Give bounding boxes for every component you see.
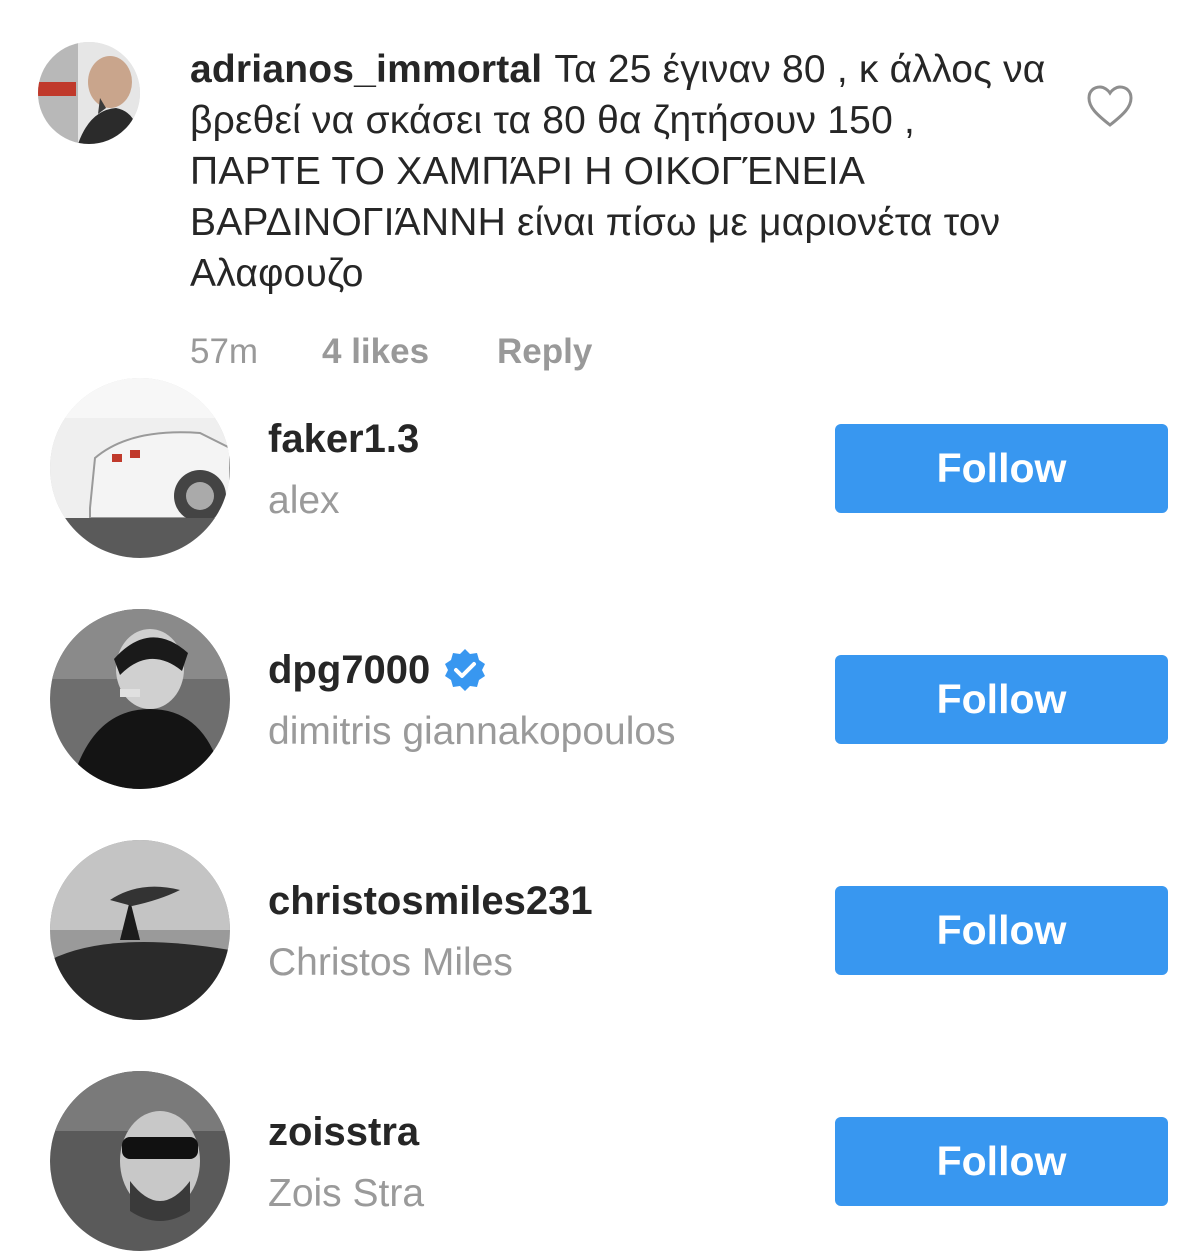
heart-outline-icon[interactable] [1086,84,1134,128]
account-username[interactable]: christosmiles231 [268,878,593,924]
commenter-username[interactable]: adrianos_immortal [190,48,542,91]
account-username[interactable]: dpg7000 [268,647,488,693]
follow-button[interactable]: Follow [835,886,1168,975]
account-fullname: alex [268,479,340,522]
account-avatar[interactable] [50,1071,230,1251]
commenter-avatar[interactable] [38,42,140,144]
account-fullname: dimitris giannakopoulos [268,710,676,753]
follow-button[interactable]: Follow [835,655,1168,744]
comment-body: adrianos_immortal Τα 25 έγιναν 80 , κ άλλ… [190,44,1050,299]
account-avatar[interactable] [50,378,230,558]
verified-badge-icon [442,647,488,693]
account-username[interactable]: zoisstra [268,1109,419,1155]
account-fullname: Christos Miles [268,941,513,984]
account-fullname: Zois Stra [268,1172,425,1215]
reply-button[interactable]: Reply [497,330,592,374]
account-avatar[interactable] [50,840,230,1020]
comment-timestamp: 57m [190,332,259,371]
follow-button[interactable]: Follow [835,424,1168,513]
comment-likes-count[interactable]: 4 likes [322,330,429,374]
account-username[interactable]: faker1.3 [268,416,419,462]
account-avatar[interactable] [50,609,230,789]
follow-button[interactable]: Follow [835,1117,1168,1206]
